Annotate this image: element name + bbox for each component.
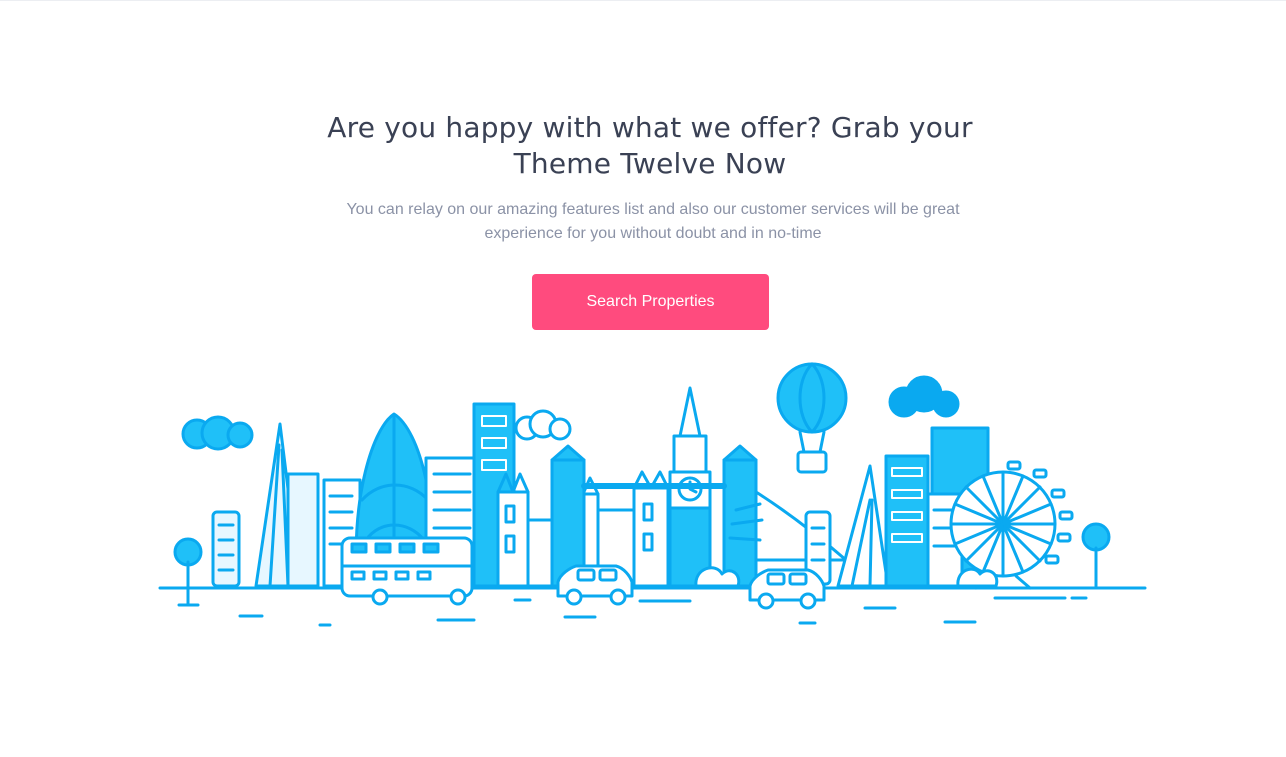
cta-headline: Are you happy with what we offer? Grab y… — [327, 111, 973, 180]
tree-icon — [173, 537, 203, 607]
ground-line-icon — [158, 586, 1147, 627]
phone-box-icon — [211, 510, 241, 588]
bus-icon — [340, 536, 474, 606]
hot-air-balloon-icon — [776, 362, 848, 474]
search-properties-button[interactable]: Search Properties — [532, 274, 769, 330]
clouds-icon — [514, 409, 572, 441]
clouds-icon — [181, 415, 254, 451]
car-icon — [556, 564, 634, 606]
shard-tower-icon — [254, 422, 320, 588]
shard-tower-icon — [836, 464, 890, 588]
city-skyline-illustration — [158, 362, 1147, 627]
car-icon — [748, 568, 826, 610]
clouds-icon — [888, 375, 960, 418]
cta-section: Are you happy with what we offer? Grab y… — [0, 0, 1286, 757]
tree-icon — [1081, 522, 1111, 588]
cta-subtext: You can relay on our amazing features li… — [346, 201, 960, 242]
